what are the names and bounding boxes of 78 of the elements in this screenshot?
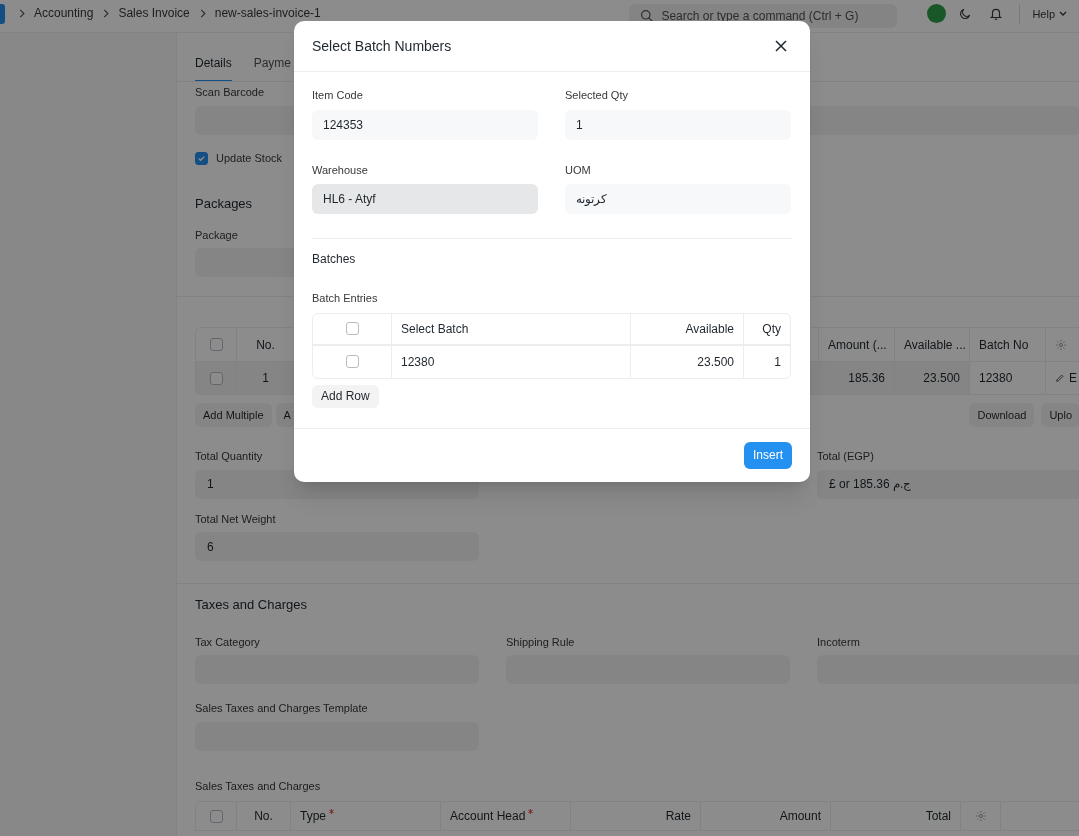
tab[interactable]: Details xyxy=(195,54,232,81)
column-header: Select Batch xyxy=(401,320,469,338)
checkbox[interactable] xyxy=(209,809,223,823)
field-label: Shipping Rule xyxy=(506,634,575,650)
table-cell[interactable]: 12380 xyxy=(401,352,435,371)
table-cell-text: 23.500 xyxy=(923,370,960,387)
chevron-icon xyxy=(19,9,26,18)
column-header: Qty xyxy=(762,320,781,338)
moon-icon[interactable] xyxy=(958,7,973,21)
button[interactable]: Add Multiple xyxy=(195,403,272,427)
required-icon xyxy=(528,809,534,814)
input-field[interactable]: £ or 185.36 ج.م xyxy=(817,469,1079,499)
input-field: HL6 - Atyf xyxy=(312,184,538,214)
column-header: Type xyxy=(300,807,334,825)
field-label: Total Quantity xyxy=(195,449,263,464)
column-header: Batch No xyxy=(979,336,1029,354)
checkbox[interactable] xyxy=(345,355,359,368)
field-label: Incoterm xyxy=(817,634,860,650)
column-header: Total xyxy=(925,808,951,825)
field-label: Total Net Weight xyxy=(195,511,276,527)
checkmark-icon xyxy=(197,154,206,163)
field-label: UOM xyxy=(565,162,591,178)
checkbox-label: Update Stock xyxy=(216,151,283,167)
table-cell-text: 12380 xyxy=(979,370,1013,387)
button[interactable]: Download xyxy=(969,403,1035,427)
field-label: Total (EGP) xyxy=(817,449,874,464)
column-header: Amount xyxy=(779,808,821,825)
tab[interactable]: Payme xyxy=(253,54,292,81)
field-label: Selected Qty xyxy=(565,88,628,103)
insert-button[interactable]: Insert xyxy=(744,441,792,469)
field-label: Sales Taxes and Charges xyxy=(195,778,321,794)
avatar[interactable] xyxy=(927,4,947,23)
column-header: No. xyxy=(254,808,273,825)
checkbox[interactable] xyxy=(209,371,223,385)
button[interactable]: Uplo xyxy=(1041,403,1079,427)
settings-icon[interactable] xyxy=(974,810,987,822)
help-menu[interactable]: Help xyxy=(1032,4,1067,24)
caret-icon xyxy=(1059,11,1067,17)
search-icon xyxy=(641,10,654,22)
pencil-icon xyxy=(1055,373,1065,383)
field-label: Batch Entries xyxy=(312,291,378,306)
breadcrumb-link[interactable]: Sales Invoice xyxy=(118,4,190,22)
table-cell-text: 185.36 xyxy=(848,370,885,387)
column-header: No. xyxy=(256,336,275,354)
bell-icon[interactable] xyxy=(989,7,1004,21)
close-button[interactable] xyxy=(774,39,788,53)
field-label: Package xyxy=(195,227,238,243)
dialog-title: Select Batch Numbers xyxy=(312,36,452,56)
field-label: Warehouse xyxy=(312,162,368,178)
breadcrumb-link[interactable]: new-sales-invoice-1 xyxy=(214,4,321,22)
section-title: Batches xyxy=(312,251,356,268)
chevron-icon xyxy=(103,9,111,18)
field-label: Item Code xyxy=(312,88,363,103)
column-header: Available ... xyxy=(904,336,966,354)
column-header: Account Head xyxy=(450,807,534,825)
table-cell-text: 1 xyxy=(262,370,269,387)
required-icon xyxy=(329,809,334,814)
checkbox[interactable] xyxy=(345,322,359,335)
column-header: Rate xyxy=(665,808,691,825)
checkbox[interactable] xyxy=(195,152,208,165)
table-cell-text: 23.500 xyxy=(697,353,734,371)
add-row-button[interactable]: Add Row xyxy=(312,384,379,408)
app-logo[interactable] xyxy=(0,4,5,24)
checkbox[interactable] xyxy=(209,338,223,351)
input-field[interactable]: 124353 xyxy=(312,109,538,140)
input-field[interactable]: 1 xyxy=(565,109,791,140)
settings-icon[interactable] xyxy=(1055,338,1067,351)
field-label: Sales Taxes and Charges Template xyxy=(195,701,368,716)
column-header: Available xyxy=(685,320,734,338)
column-header: Amount (... xyxy=(828,336,887,354)
section-title: Taxes and Charges xyxy=(195,596,307,614)
input-field[interactable]: 6 xyxy=(195,532,479,561)
input-field[interactable]: كرتونه xyxy=(565,184,791,214)
table-cell[interactable]: 1 xyxy=(774,352,781,371)
field-label: Tax Category xyxy=(195,634,260,650)
chevron-icon xyxy=(199,9,207,18)
breadcrumb-link[interactable]: Accounting xyxy=(34,4,94,22)
field-label: Scan Barcode xyxy=(195,85,265,100)
